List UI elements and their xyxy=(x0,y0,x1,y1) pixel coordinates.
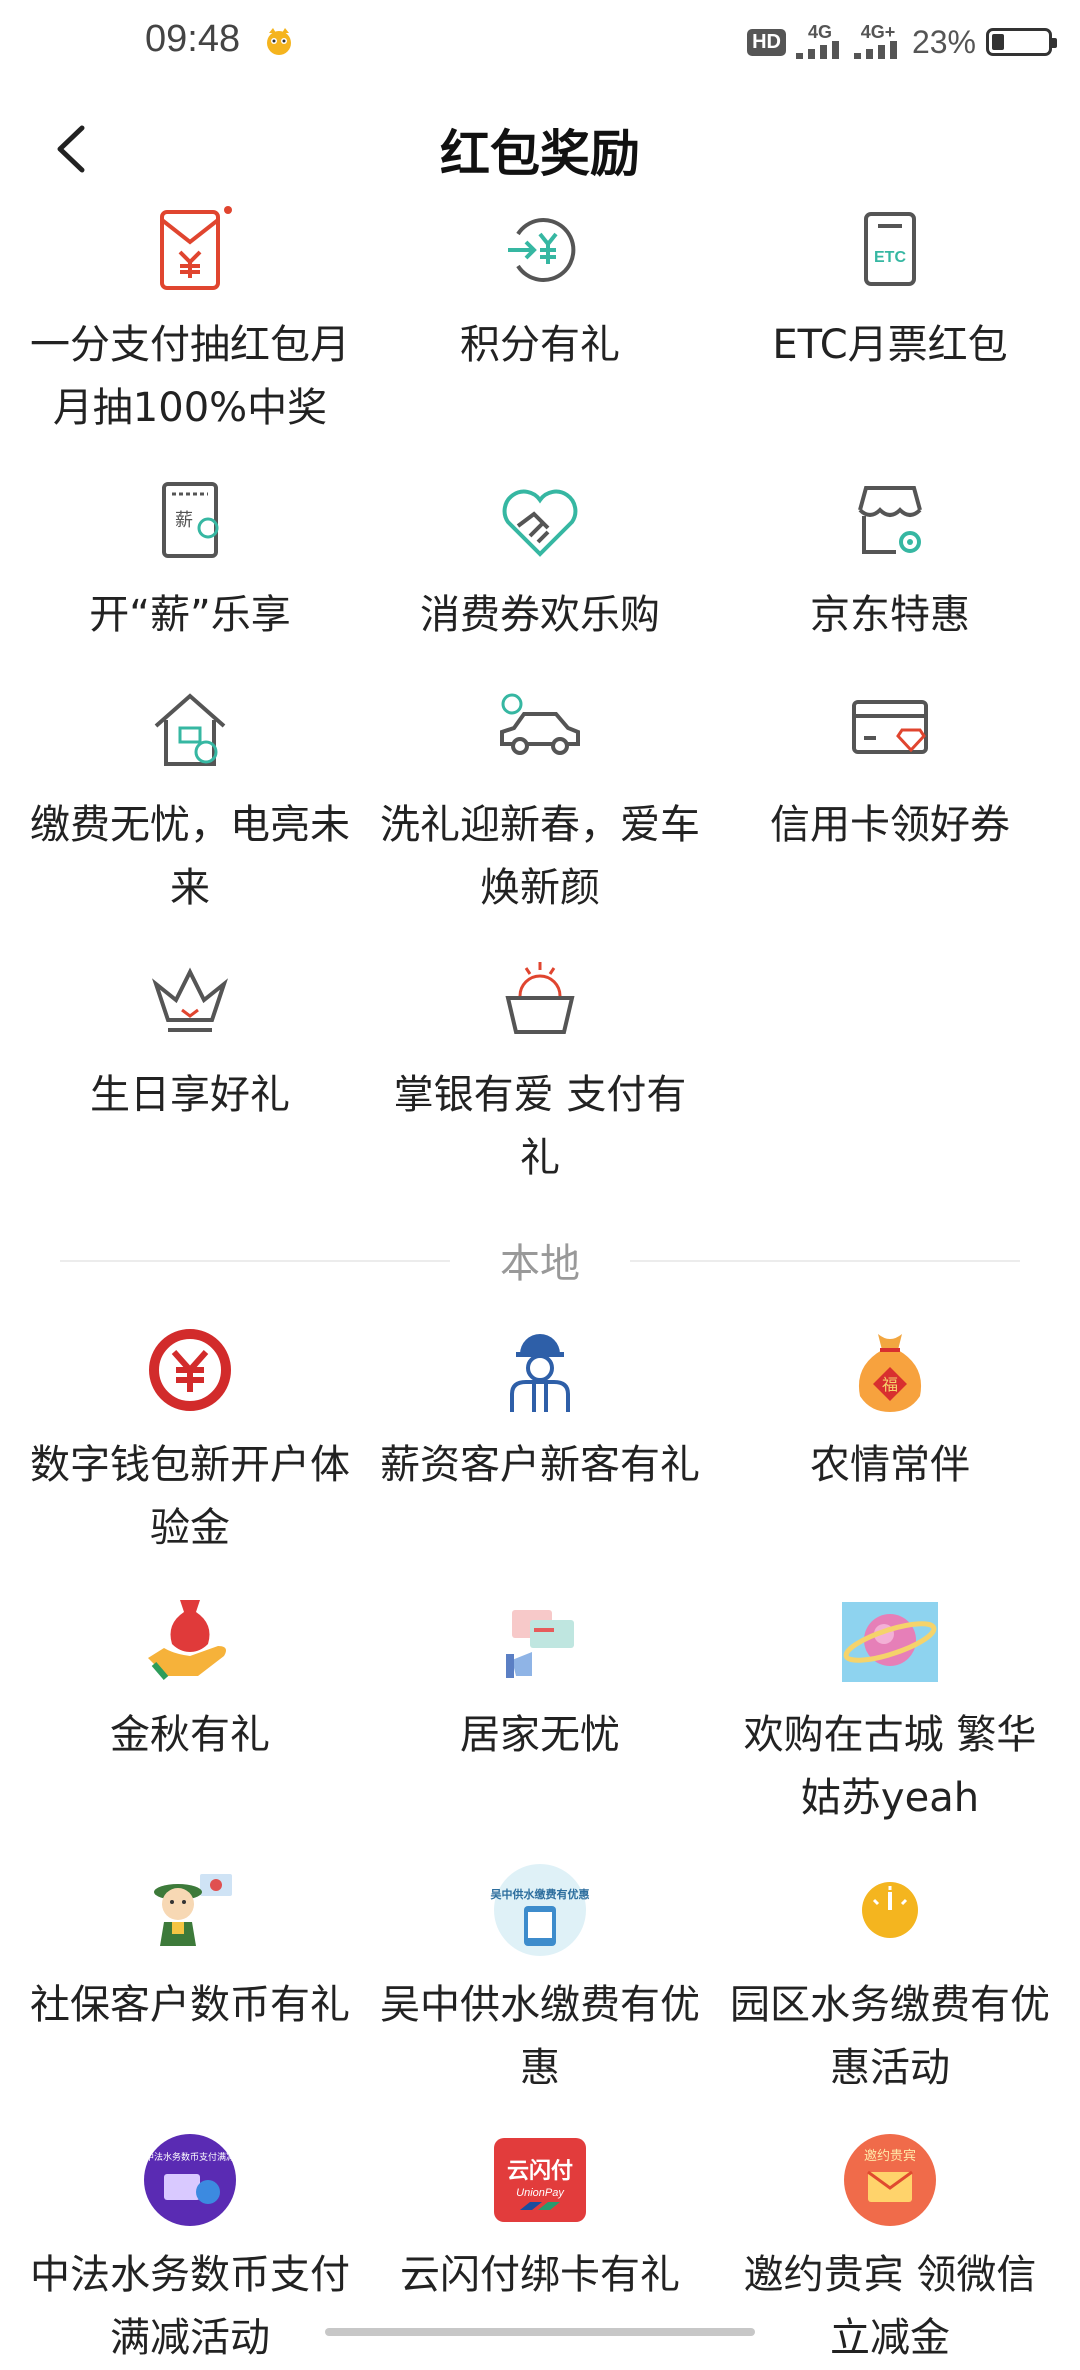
handshake-heart-icon xyxy=(502,489,578,557)
reward-label: 吴中供水缴费有优惠 xyxy=(380,1982,700,2091)
local-reward-item[interactable]: 薪资客户新客有礼 xyxy=(360,1320,720,1497)
fortune-bag-icon: 福 xyxy=(858,1334,922,1412)
local-reward-item[interactable]: 园区水务缴费有优惠活动 xyxy=(710,1860,1070,2100)
water-digital-badge-icon: 江苏中法水务数币支付满减活动 xyxy=(140,2134,240,2226)
home-card-illustration-icon xyxy=(506,1610,574,1678)
reward-item[interactable]: 薪 开“薪”乐享 xyxy=(10,470,370,647)
planet-illustration-icon xyxy=(842,1602,938,1682)
local-reward-item[interactable]: 江苏中法水务数币支付满减活动 中法水务数币支付满减活动 xyxy=(10,2130,370,2370)
reward-label: 中法水务数币支付满减活动 xyxy=(30,2252,350,2361)
local-reward-item[interactable]: 吴中供水缴费有优惠 吴中供水缴费有优惠 xyxy=(360,1860,720,2100)
house-payment-icon xyxy=(154,693,226,766)
app-notification-icon xyxy=(267,28,291,55)
reward-item[interactable]: 信用卡领好券 xyxy=(710,680,1070,857)
reward-item[interactable]: 消费券欢乐购 xyxy=(360,470,720,647)
reward-label: 积分有礼 xyxy=(460,322,620,368)
cartoon-mascot-icon xyxy=(154,1874,232,1946)
reward-label: 金秋有礼 xyxy=(110,1712,270,1758)
local-reward-item[interactable]: 邀约贵宾 邀约贵宾 领微信立减金 xyxy=(710,2130,1070,2370)
salary-doc-icon: 薪 xyxy=(162,482,219,558)
local-reward-item[interactable]: 福 农情常伴 xyxy=(710,1320,1070,1497)
reward-label: 生日享好礼 xyxy=(90,1072,290,1118)
reward-item[interactable]: 京东特惠 xyxy=(710,470,1070,647)
svg-text:UnionPay: UnionPay xyxy=(516,2187,565,2199)
reward-label: 开“薪”乐享 xyxy=(89,592,291,638)
reward-label: 洗礼迎新春，爱车焕新颜 xyxy=(380,802,700,911)
reward-label: 园区水务缴费有优惠活动 xyxy=(730,1982,1050,2091)
unionpay-icon: 云闪付 UnionPay xyxy=(494,2138,586,2222)
reward-label: 数字钱包新开户体验金 xyxy=(30,1442,350,1551)
home-indicator[interactable] xyxy=(325,2328,755,2336)
local-reward-item[interactable]: 云闪付 UnionPay 云闪付绑卡有礼 xyxy=(360,2130,720,2307)
reward-label: 缴费无忧，电亮未来 xyxy=(30,802,350,911)
svg-text:江苏中法水务数币支付满减活动: 江苏中法水务数币支付满减活动 xyxy=(140,2151,240,2163)
svg-text:ETC: ETC xyxy=(874,249,906,266)
battery-icon xyxy=(986,28,1057,56)
reward-label: 京东特惠 xyxy=(810,592,970,638)
section-divider: 本地 xyxy=(0,1225,1080,1295)
status-time: 09:48 xyxy=(145,18,241,60)
hand-money-bag-icon xyxy=(148,1600,226,1680)
reward-label: 薪资客户新客有礼 xyxy=(380,1442,700,1488)
invite-vip-badge-icon: 邀约贵宾 xyxy=(844,2134,936,2226)
reward-item[interactable]: 积分有礼 xyxy=(360,200,720,377)
points-exchange-icon xyxy=(508,218,576,282)
local-reward-item[interactable]: 社保客户数币有礼 xyxy=(10,1860,370,2037)
signal-4g-plus-icon: 4G+ xyxy=(853,23,902,62)
svg-text:云闪付: 云闪付 xyxy=(507,2159,573,2184)
reward-label: 信用卡领好券 xyxy=(770,802,1010,848)
etc-card-icon: ETC xyxy=(864,212,916,286)
local-reward-item[interactable]: 居家无忧 xyxy=(360,1590,720,1767)
local-reward-item[interactable]: 欢购在古城 繁华姑苏yeah xyxy=(710,1590,1070,1830)
signal-4g-icon: 4G xyxy=(795,23,844,62)
gauge-icon xyxy=(862,1882,918,1938)
status-bar: 09:48 HD 4G 4G+ 23% xyxy=(0,0,1080,84)
reward-item[interactable]: 缴费无忧，电亮未来 xyxy=(10,680,370,920)
water-payment-badge-icon: 吴中供水缴费有优惠 xyxy=(491,1864,590,1956)
store-gear-icon xyxy=(858,486,922,554)
reward-label: 掌银有爱 支付有礼 xyxy=(393,1072,687,1181)
reward-label: 农情常伴 xyxy=(810,1442,970,1488)
reward-item[interactable]: 掌银有爱 支付有礼 xyxy=(360,950,720,1190)
reward-item[interactable]: 一分支付抽红包月月抽100%中奖 xyxy=(10,200,370,440)
battery-percent: 23% xyxy=(911,23,976,60)
crown-icon xyxy=(151,967,229,1032)
reward-item[interactable]: 生日享好礼 xyxy=(10,950,370,1127)
reward-item[interactable]: ETC ETC月票红包 xyxy=(710,200,1070,377)
reward-label: 消费券欢乐购 xyxy=(420,592,660,638)
nav-bar: 红包奖励 xyxy=(0,84,1080,214)
reward-label: 一分支付抽红包月月抽100%中奖 xyxy=(30,322,350,431)
gift-basket-icon xyxy=(505,962,575,1034)
local-reward-item[interactable]: 金秋有礼 xyxy=(10,1590,370,1767)
page-title: 红包奖励 xyxy=(440,125,640,183)
svg-text:邀约贵宾: 邀约贵宾 xyxy=(864,2148,916,2164)
worker-icon xyxy=(510,1334,570,1412)
svg-text:薪: 薪 xyxy=(175,510,193,531)
red-envelope-icon xyxy=(160,206,232,290)
reward-label: 社保客户数币有礼 xyxy=(30,1982,350,2028)
local-reward-item[interactable]: 数字钱包新开户体验金 xyxy=(10,1320,370,1560)
credit-card-diamond-icon xyxy=(852,700,928,754)
car-wash-icon xyxy=(500,693,580,755)
status-indicators: HD 4G 4G+ 23% xyxy=(747,20,1057,64)
hd-icon: HD xyxy=(747,28,786,56)
reward-label: 居家无忧 xyxy=(460,1712,620,1758)
digital-yuan-icon xyxy=(149,1329,231,1411)
svg-text:福: 福 xyxy=(882,1375,898,1394)
reward-label: ETC月票红包 xyxy=(772,322,1008,368)
reward-label: 欢购在古城 繁华姑苏yeah xyxy=(743,1712,1037,1821)
reward-item[interactable]: 洗礼迎新春，爱车焕新颜 xyxy=(360,680,720,920)
reward-label: 云闪付绑卡有礼 xyxy=(400,2252,680,2298)
svg-text:吴中供水缴费有优惠: 吴中供水缴费有优惠 xyxy=(491,1887,590,1901)
reward-label: 邀约贵宾 领微信立减金 xyxy=(743,2252,1037,2361)
